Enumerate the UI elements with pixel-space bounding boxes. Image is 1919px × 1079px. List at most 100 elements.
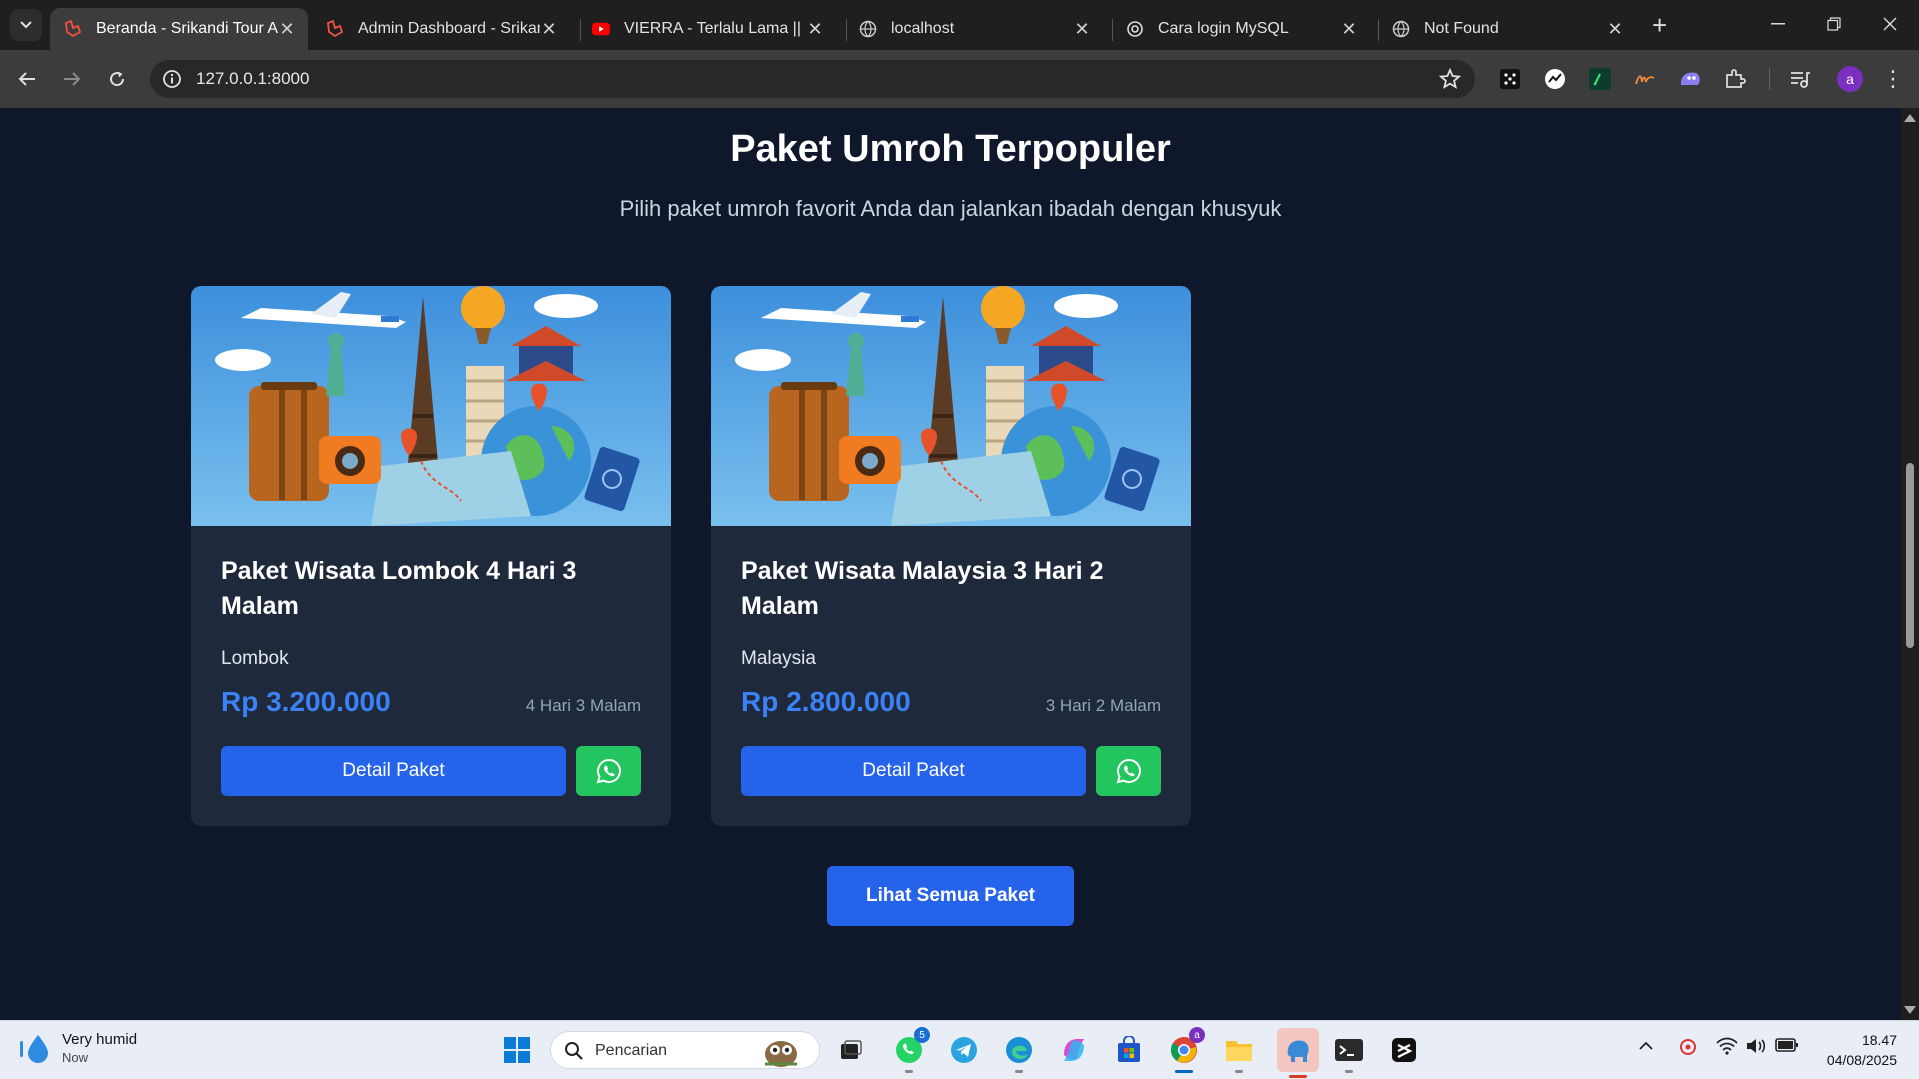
- tab-search-button[interactable]: [10, 9, 42, 41]
- taskbar-notepad-app[interactable]: [1387, 1033, 1421, 1067]
- tab-localhost[interactable]: localhost ✕: [845, 8, 1103, 50]
- minimize-button[interactable]: [1758, 8, 1798, 40]
- package-price: Rp 3.200.000: [221, 686, 391, 717]
- whatsapp-button[interactable]: [1096, 746, 1161, 796]
- taskbar-chrome[interactable]: a: [1167, 1027, 1205, 1073]
- clock-time: 18.47: [1861, 1032, 1897, 1048]
- taskbar-tableplus[interactable]: [1277, 1028, 1319, 1078]
- volume-icon[interactable]: [1745, 1037, 1767, 1060]
- bookmark-star-icon[interactable]: [1438, 67, 1462, 95]
- close-icon[interactable]: ✕: [806, 19, 824, 40]
- address-bar[interactable]: 127.0.0.1:8000: [150, 60, 1475, 98]
- whatsapp-icon: [596, 758, 621, 784]
- running-indicator: [1345, 1070, 1353, 1073]
- weather-time: Now: [62, 1050, 89, 1065]
- taskbar-edge[interactable]: [1002, 1033, 1036, 1073]
- url-text[interactable]: 127.0.0.1:8000: [196, 60, 309, 98]
- task-view-button[interactable]: [834, 1033, 868, 1067]
- terminal-icon: [1335, 1039, 1363, 1061]
- youtube-icon: [592, 20, 610, 38]
- site-info-icon[interactable]: [162, 69, 182, 94]
- scroll-up-arrow-icon[interactable]: [1904, 114, 1916, 122]
- telegram-icon: [951, 1037, 977, 1063]
- tab-youtube[interactable]: VIERRA - Terlalu Lama || Lirik ✕: [578, 8, 836, 50]
- close-icon[interactable]: ✕: [1073, 19, 1091, 40]
- close-icon[interactable]: ✕: [278, 19, 296, 40]
- close-icon[interactable]: ✕: [1606, 19, 1624, 40]
- extensions-puzzle-icon[interactable]: [1722, 66, 1748, 92]
- taskbar-terminal[interactable]: [1332, 1033, 1366, 1073]
- taskbar-copilot[interactable]: [1057, 1033, 1091, 1067]
- restore-button[interactable]: [1814, 8, 1854, 40]
- tab-not-found[interactable]: Not Found ✕: [1378, 8, 1636, 50]
- tab-admin-dashboard[interactable]: Admin Dashboard - Srikandi ✕: [312, 8, 570, 50]
- taskbar-telegram[interactable]: [947, 1033, 981, 1067]
- media-control-icon[interactable]: [1787, 66, 1813, 92]
- close-icon[interactable]: ✕: [1340, 19, 1358, 40]
- browser-tabstrip: Beranda - Srikandi Tour And Travel ✕ Adm…: [0, 0, 1919, 50]
- extension-signature-icon[interactable]: [1632, 66, 1658, 92]
- tray-security-icon[interactable]: [1678, 1037, 1698, 1062]
- taskbar-file-explorer[interactable]: [1222, 1033, 1256, 1073]
- new-tab-button[interactable]: +: [1652, 10, 1667, 40]
- page-scrollbar[interactable]: [1901, 108, 1919, 1020]
- active-indicator: [1175, 1070, 1193, 1073]
- package-price: Rp 2.800.000: [741, 686, 911, 717]
- taskbar-store[interactable]: [1112, 1033, 1146, 1067]
- lihat-semua-paket-button[interactable]: Lihat Semua Paket: [827, 866, 1074, 926]
- laravel-icon: [64, 20, 82, 38]
- whatsapp-button[interactable]: [576, 746, 641, 796]
- close-icon: [1883, 17, 1897, 31]
- section-title: Paket Umroh Terpopuler: [730, 128, 1171, 170]
- taskbar-clock[interactable]: 18.47 04/08/2025: [1827, 1030, 1897, 1070]
- scrollbar-thumb[interactable]: [1906, 463, 1914, 648]
- tab-beranda[interactable]: Beranda - Srikandi Tour And Travel ✕: [50, 8, 308, 50]
- search-placeholder: Pencarian: [595, 1042, 668, 1059]
- profile-avatar[interactable]: a: [1837, 66, 1863, 92]
- forward-button[interactable]: [55, 62, 89, 96]
- folder-icon: [1226, 1041, 1252, 1061]
- windows-logo-icon: [504, 1037, 530, 1063]
- detail-paket-button[interactable]: Detail Paket: [741, 746, 1086, 796]
- taskbar-whatsapp[interactable]: 5: [892, 1027, 930, 1073]
- section-subtitle: Pilih paket umroh favorit Anda dan jalan…: [619, 196, 1282, 221]
- show-hidden-icons[interactable]: [1638, 1039, 1654, 1057]
- extension-gauge-icon[interactable]: [1542, 66, 1568, 92]
- wifi-icon[interactable]: [1716, 1037, 1738, 1060]
- extension-terminal-icon[interactable]: [1587, 66, 1613, 92]
- restore-icon: [1827, 17, 1841, 31]
- package-card: Paket Wisata Lombok 4 Hari 3 Malam Lombo…: [191, 286, 671, 826]
- detail-paket-button[interactable]: Detail Paket: [221, 746, 566, 796]
- chevron-up-icon: [1639, 1041, 1653, 1050]
- close-window-button[interactable]: [1870, 8, 1910, 40]
- notification-badge: 5: [914, 1027, 930, 1043]
- copilot-icon: [1064, 1039, 1084, 1061]
- toolbar-separator: [1769, 68, 1770, 90]
- tab-title: Not Found: [1424, 20, 1499, 37]
- reload-button[interactable]: [100, 62, 134, 96]
- weather-widget[interactable]: Very humid Now: [18, 1031, 137, 1065]
- tab-title: Admin Dashboard - Srikandi: [358, 20, 540, 37]
- scroll-down-arrow-icon[interactable]: [1904, 1006, 1916, 1014]
- extension-dots-icon[interactable]: [1497, 66, 1523, 92]
- tab-title: VIERRA - Terlalu Lama || Lirik: [624, 20, 806, 37]
- windows-taskbar: Very humid Now Pencarian 5 a 18.47 04/08…: [0, 1020, 1919, 1079]
- travel-illustration-image: [711, 286, 1191, 526]
- package-location: Malaysia: [741, 648, 816, 669]
- arrow-left-icon: [18, 72, 35, 86]
- running-indicator: [905, 1070, 913, 1073]
- extension-ghost-icon[interactable]: [1677, 66, 1703, 92]
- start-button[interactable]: [500, 1033, 534, 1067]
- weather-status: Very humid: [62, 1031, 138, 1048]
- taskbar-search[interactable]: Pencarian: [550, 1031, 820, 1069]
- close-icon[interactable]: ✕: [540, 19, 558, 40]
- tab-cara-login-mysql[interactable]: Cara login MySQL ✕: [1112, 8, 1370, 50]
- package-card: Paket Wisata Malaysia 3 Hari 2 Malam Mal…: [711, 286, 1191, 826]
- battery-icon[interactable]: [1775, 1037, 1799, 1058]
- browser-toolbar: 127.0.0.1:8000: [0, 50, 1919, 108]
- menu-kebab-icon[interactable]: ⋮: [1882, 66, 1904, 92]
- profile-badge: a: [1189, 1027, 1205, 1043]
- search-icon: [565, 1042, 583, 1060]
- back-button[interactable]: [10, 62, 44, 96]
- package-duration: 3 Hari 2 Malam: [1045, 696, 1161, 715]
